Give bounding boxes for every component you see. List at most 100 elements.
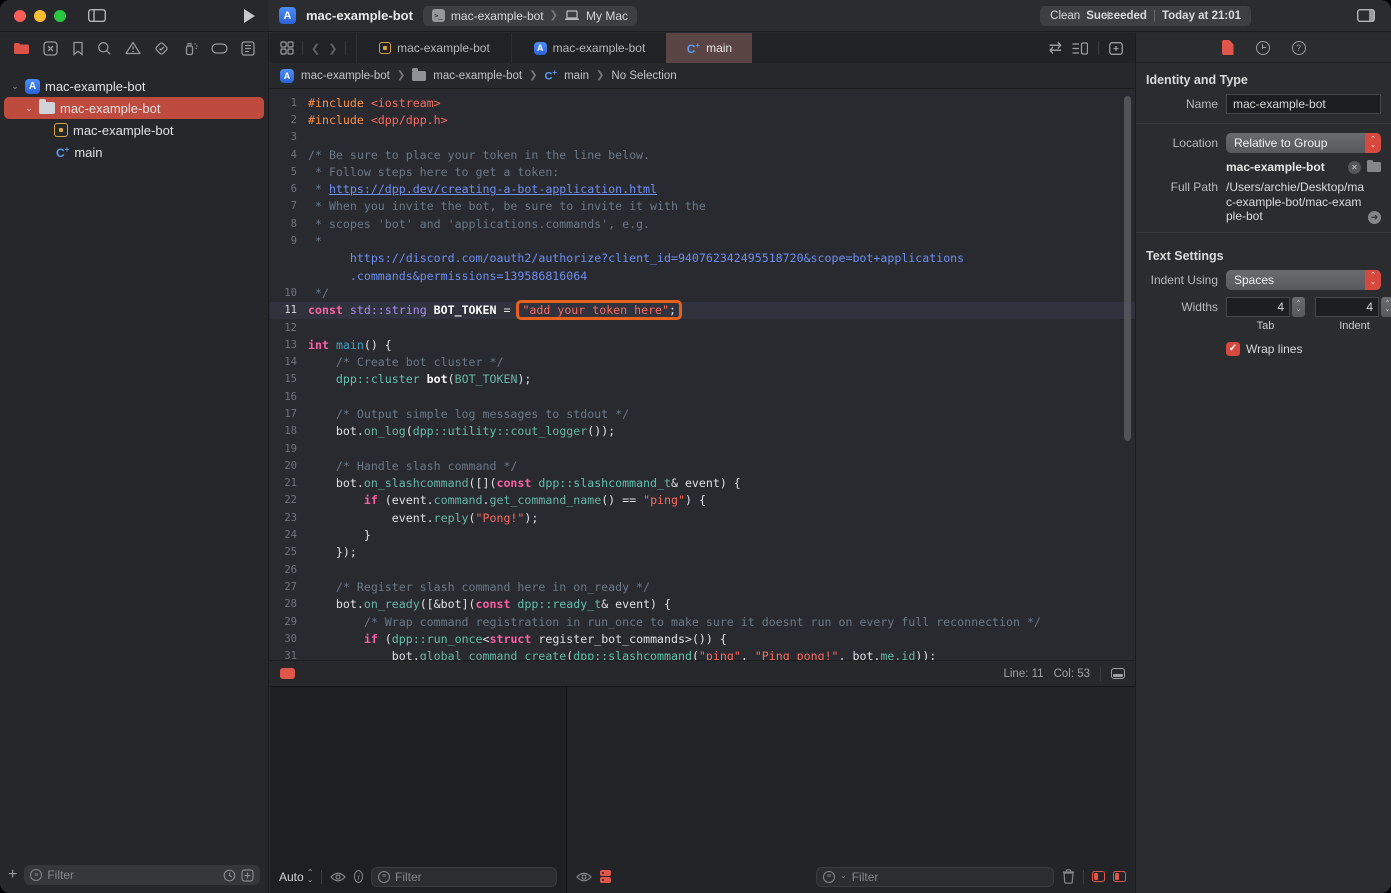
code-line[interactable]: 28 bot.on_ready([&bot](const dpp::ready_…: [270, 596, 1135, 613]
clear-console-icon[interactable]: [1062, 869, 1075, 884]
run-button[interactable]: [244, 9, 255, 23]
console-filter-field[interactable]: ≡ ⌄: [816, 867, 1054, 887]
toggle-console-view-icon[interactable]: [1113, 871, 1126, 882]
variables-content[interactable]: [270, 687, 566, 860]
variables-filter-field[interactable]: ≡: [371, 867, 557, 887]
tests-navigator-icon[interactable]: [154, 41, 169, 56]
find-navigator-icon[interactable]: [97, 41, 112, 56]
line-number[interactable]: 21: [270, 477, 308, 489]
code-line[interactable]: 11const std::string BOT_TOKEN = "add you…: [270, 302, 1135, 319]
line-number[interactable]: 14: [270, 356, 308, 368]
recent-files-filter-icon[interactable]: [223, 869, 236, 882]
code-line[interactable]: 22 if (event.command.get_command_name() …: [270, 492, 1135, 509]
line-number[interactable]: 8: [270, 218, 308, 230]
scheme-project-label[interactable]: mac-example-bot: [451, 9, 544, 23]
tab-overview-icon[interactable]: [280, 41, 294, 55]
code-line[interactable]: 15 dpp::cluster bot(BOT_TOKEN);: [270, 371, 1135, 388]
line-number[interactable]: 6: [270, 183, 308, 195]
indent-width-stepper[interactable]: ⌃⌄: [1381, 297, 1391, 317]
code-line[interactable]: 20 /* Handle slash command */: [270, 457, 1135, 474]
code-line[interactable]: 17 /* Output simple log messages to stdo…: [270, 405, 1135, 422]
code-line[interactable]: 7 * When you invite the bot, be sure to …: [270, 198, 1135, 215]
source-editor[interactable]: 1#include <iostream>2#include <dpp/dpp.h…: [270, 89, 1135, 660]
minimize-window-button[interactable]: [34, 10, 46, 22]
go-forward-icon[interactable]: ❯: [328, 42, 337, 55]
name-field[interactable]: [1226, 94, 1381, 114]
history-inspector-icon[interactable]: [1256, 41, 1270, 55]
variables-filter-input[interactable]: [395, 870, 550, 884]
toggle-variables-view-icon[interactable]: [1092, 871, 1105, 882]
line-number[interactable]: 30: [270, 633, 308, 645]
tree-row-group-selected[interactable]: ⌄ mac-example-bot: [4, 97, 264, 119]
tree-row-project[interactable]: ⌄ A mac-example-bot: [4, 75, 264, 97]
help-inspector-icon[interactable]: ?: [1292, 41, 1306, 55]
toggle-left-sidebar-icon[interactable]: [88, 9, 106, 22]
line-number[interactable]: 29: [270, 616, 308, 628]
toggle-right-sidebar-icon[interactable]: [1357, 9, 1375, 22]
line-number[interactable]: 17: [270, 408, 308, 420]
project-navigator-icon[interactable]: [13, 42, 30, 55]
line-number[interactable]: 22: [270, 494, 308, 506]
code-line[interactable]: 30 if (dpp::run_once<struct register_bot…: [270, 630, 1135, 647]
info-icon[interactable]: i: [354, 870, 363, 883]
scheme-device-label[interactable]: My Mac: [586, 9, 628, 23]
open-in-finder-icon[interactable]: ➔: [1368, 211, 1381, 224]
library-add-button[interactable]: +: [1103, 6, 1113, 26]
line-number[interactable]: 1: [270, 97, 308, 109]
code-line[interactable]: 31 bot.global_command_create(dpp::slashc…: [270, 648, 1135, 661]
line-number[interactable]: 4: [270, 149, 308, 161]
line-number[interactable]: 10: [270, 287, 308, 299]
code-line[interactable]: 6 * https://dpp.dev/creating-a-bot-appli…: [270, 180, 1135, 197]
line-number[interactable]: 16: [270, 391, 308, 403]
quicklook-eye-icon[interactable]: [576, 872, 592, 882]
close-window-button[interactable]: [14, 10, 26, 22]
debug-navigator-icon[interactable]: [183, 41, 198, 56]
line-number[interactable]: 27: [270, 581, 308, 593]
code-line[interactable]: 27 /* Register slash command here in on_…: [270, 578, 1135, 595]
code-line[interactable]: 24 }: [270, 526, 1135, 543]
line-number[interactable]: 2: [270, 114, 308, 126]
quicklook-eye-icon[interactable]: [330, 872, 346, 882]
breadcrumb-project[interactable]: mac-example-bot: [301, 70, 390, 82]
wrap-lines-checkbox[interactable]: ✓: [1226, 342, 1240, 356]
line-number[interactable]: 13: [270, 339, 308, 351]
indent-width-field[interactable]: [1315, 297, 1379, 317]
disclosure-chevron-icon[interactable]: ⌄: [24, 103, 34, 114]
code-line[interactable]: 8 * scopes 'bot' and 'applications.comma…: [270, 215, 1135, 232]
code-line[interactable]: 14 /* Create bot cluster */: [270, 353, 1135, 370]
add-editor-icon[interactable]: [1109, 42, 1123, 55]
code-line[interactable]: 25 });: [270, 544, 1135, 561]
code-line[interactable]: 5 * Follow steps here to get a token:: [270, 163, 1135, 180]
code-line[interactable]: 12: [270, 319, 1135, 336]
tree-row-product[interactable]: mac-example-bot: [4, 119, 264, 141]
reports-navigator-icon[interactable]: [241, 41, 255, 56]
code-line[interactable]: https://discord.com/oauth2/authorize?cli…: [270, 250, 1135, 267]
code-line[interactable]: 23 event.reply("Pong!");: [270, 509, 1135, 526]
code-line[interactable]: 16: [270, 388, 1135, 405]
code-line[interactable]: 2#include <dpp/dpp.h>: [270, 111, 1135, 128]
line-number[interactable]: 28: [270, 598, 308, 610]
zoom-window-button[interactable]: [54, 10, 66, 22]
line-number[interactable]: 31: [270, 650, 308, 660]
console-output-selector-icon[interactable]: [600, 870, 611, 884]
line-number[interactable]: 12: [270, 322, 308, 334]
code-line[interactable]: 4/* Be sure to place your token in the l…: [270, 146, 1135, 163]
go-back-icon[interactable]: ❮: [311, 42, 320, 55]
source-control-navigator-icon[interactable]: [43, 41, 58, 56]
code-line[interactable]: 26: [270, 561, 1135, 578]
source-control-status-filter-icon[interactable]: [241, 869, 254, 882]
scheme-selector[interactable]: >_ mac-example-bot ❯ My Mac: [423, 6, 637, 26]
tab-width-stepper[interactable]: ⌃⌄: [1292, 297, 1305, 317]
breadcrumb-selection[interactable]: No Selection: [611, 70, 676, 82]
code-line[interactable]: 29 /* Wrap command registration in run_o…: [270, 613, 1135, 630]
code-line[interactable]: 10 */: [270, 284, 1135, 301]
line-number[interactable]: 23: [270, 512, 308, 524]
code-line[interactable]: 19: [270, 440, 1135, 457]
line-number[interactable]: 15: [270, 373, 308, 385]
code-line[interactable]: .commands&permissions=139586816064: [270, 267, 1135, 284]
clear-location-icon[interactable]: ✕: [1348, 161, 1361, 174]
tab-group[interactable]: A mac-example-bot: [511, 33, 666, 63]
bookmarks-navigator-icon[interactable]: [72, 41, 84, 56]
breakpoint-toggle-icon[interactable]: [280, 668, 295, 679]
line-number[interactable]: 18: [270, 425, 308, 437]
